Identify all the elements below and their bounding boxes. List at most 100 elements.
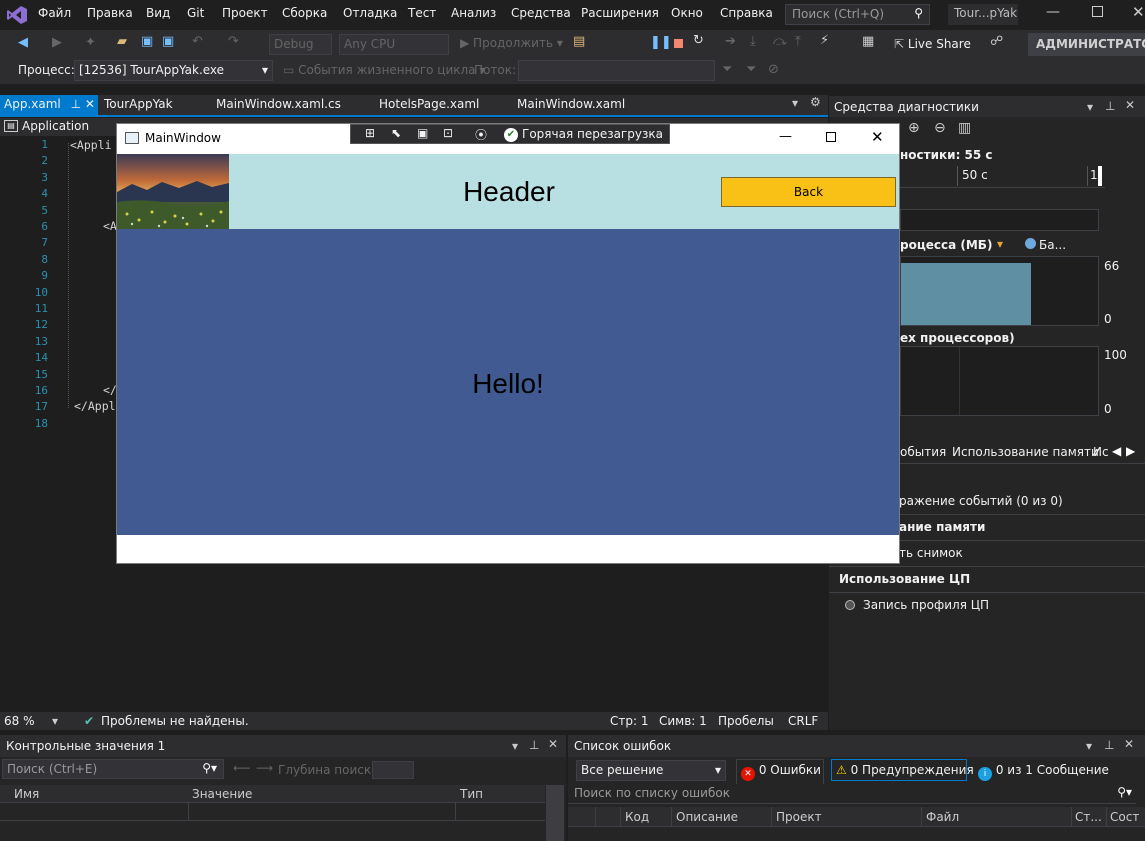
watch-scrollbar[interactable] [546, 785, 564, 841]
col-severity[interactable] [568, 807, 596, 827]
menu-build[interactable]: Сборка [282, 6, 327, 20]
platform-select[interactable]: Any CPU [339, 34, 449, 55]
menu-file[interactable]: Файл [38, 6, 71, 20]
new-project-icon[interactable]: ✦ [85, 35, 96, 50]
config-select[interactable]: Debug [269, 34, 332, 55]
menu-tools[interactable]: Средства [511, 6, 571, 20]
browse-icon[interactable]: ▤ [573, 34, 585, 49]
error-search-input[interactable]: Поиск по списку ошибок ⚲▾ [568, 784, 1136, 804]
panel-dropdown-icon[interactable]: ▾ [512, 739, 518, 753]
menu-view[interactable]: Вид [146, 6, 170, 20]
tab-mainwindow-xaml[interactable]: MainWindow.xaml [513, 95, 629, 115]
menu-project[interactable]: Проект [222, 6, 268, 20]
errors-filter-button[interactable]: ✕ 0 Ошибки [736, 759, 824, 785]
restart-icon[interactable]: ↻ [693, 33, 704, 48]
cpu-chart[interactable] [900, 346, 1099, 416]
feedback-icon[interactable]: ☍ [990, 34, 1003, 49]
no-problems-text[interactable]: Проблемы не найдены. [101, 714, 249, 728]
watch-search-input[interactable]: Поиск (Ctrl+E) ⚲▾ [2, 759, 224, 779]
tab-cpu-usage[interactable]: Ис [1093, 445, 1109, 459]
close-icon[interactable]: ✕ [1132, 3, 1145, 21]
tab-settings-gear-icon[interactable]: ⚙ [810, 95, 821, 109]
thread-select[interactable] [518, 60, 715, 81]
pin-icon[interactable]: ⊥ [1104, 738, 1114, 752]
col-state[interactable]: Сост [1110, 810, 1139, 824]
pin-icon[interactable]: ⊥ [1105, 99, 1115, 113]
panel-close-icon[interactable]: ✕ [1125, 98, 1135, 112]
col-value[interactable]: Значение [192, 787, 252, 801]
tab-hotelspage[interactable]: HotelsPage.xaml [375, 95, 483, 115]
menu-debug[interactable]: Отладка [343, 6, 397, 20]
menu-extensions[interactable]: Расширения [581, 6, 659, 20]
hot-reload-flame-icon[interactable]: ⚡ [820, 33, 829, 48]
record-cpu-profile[interactable]: Запись профиля ЦП [845, 598, 989, 612]
back-button[interactable]: Back [721, 177, 896, 207]
tab-scroll-left-icon[interactable]: ◀ [1112, 444, 1121, 458]
live-visual-tree-icon[interactable]: ⊞ [365, 126, 375, 140]
step-over-icon[interactable]: ⤼ [773, 34, 787, 49]
select-element-icon[interactable]: ⬉ [391, 126, 401, 140]
memory-chart[interactable] [900, 256, 1099, 326]
track-focus-icon[interactable]: ⊡ [443, 126, 453, 140]
line-ending[interactable]: CRLF [788, 714, 818, 728]
stop-icon[interactable] [674, 39, 683, 48]
zoom-in-icon[interactable]: ⊕ [908, 120, 920, 136]
menu-test[interactable]: Тест [408, 6, 436, 20]
filter-clear-icon[interactable]: ⏷ [746, 62, 756, 77]
lifecycle-events-button[interactable]: ▭ События жизненного цикла ▾ [283, 63, 485, 77]
step-into-icon[interactable]: ⤓ [750, 34, 756, 49]
process-select[interactable]: [12536] TourAppYak.exe ▾ [74, 60, 273, 81]
comment-icon[interactable]: ▦ [862, 34, 874, 49]
continue-button[interactable]: ▶ Продолжить ▾ [460, 36, 563, 50]
maximize-icon[interactable] [1092, 6, 1103, 17]
depth-select[interactable] [372, 761, 414, 779]
search-input[interactable]: Поиск (Ctrl+Q) ⚲ [785, 4, 930, 25]
zoom-level[interactable]: 68 % [4, 714, 35, 728]
watch-empty-row[interactable] [0, 803, 545, 821]
col-file[interactable]: Файл [926, 810, 959, 824]
reset-view-icon[interactable]: ▥ [958, 120, 971, 136]
collapse-toolbar-icon[interactable]: ‹ [656, 126, 661, 140]
app-minimize-icon[interactable]: — [779, 129, 792, 144]
live-share-button[interactable]: ⇱ Live Share [894, 37, 971, 51]
tab-mainwindow-cs[interactable]: MainWindow.xaml.cs [212, 95, 345, 115]
menu-git[interactable]: Git [187, 6, 204, 20]
col-type[interactable]: Тип [460, 787, 483, 801]
minimize-icon[interactable]: — [1046, 4, 1060, 20]
pause-icon[interactable]: ❚❚ [650, 35, 672, 50]
show-next-statement-icon[interactable]: ➔ [725, 34, 736, 49]
col-description[interactable]: Описание [676, 810, 738, 824]
tab-list-dropdown-icon[interactable]: ▾ [792, 96, 798, 110]
messages-filter-button[interactable]: i 0 из 1 Сообщение [973, 759, 1109, 785]
save-all-icon[interactable]: ▣ [162, 34, 174, 49]
tab-events[interactable]: обытия [900, 445, 946, 459]
panel-dropdown-icon[interactable]: ▾ [1087, 100, 1093, 114]
col-code[interactable]: Код [625, 810, 649, 824]
step-out-icon[interactable]: ⤒ [795, 34, 801, 49]
hot-reload-status[interactable]: Горячая перезагрузка [522, 127, 663, 141]
save-icon[interactable]: ▣ [141, 34, 153, 49]
zoom-out-icon[interactable]: ⊖ [934, 120, 946, 136]
menu-edit[interactable]: Правка [87, 6, 133, 20]
timeline-ruler[interactable]: 50 с 1: [900, 166, 1105, 188]
zoom-dropdown-icon[interactable]: ▾ [52, 714, 58, 728]
tab-app-xaml[interactable]: App.xaml ⊥ ✕ [0, 95, 98, 115]
back-nav-icon[interactable]: ◀ [18, 35, 28, 50]
app-close-icon[interactable]: ✕ [871, 128, 884, 146]
col-project[interactable]: Проект [776, 810, 822, 824]
whitespace-mode[interactable]: Пробелы [718, 714, 774, 728]
menu-window[interactable]: Окно [671, 6, 703, 20]
tab-scroll-right-icon[interactable]: ▶ [1126, 444, 1135, 458]
redo-icon[interactable]: ↷ [228, 34, 239, 49]
col-name[interactable]: Имя [14, 787, 39, 801]
undo-icon[interactable]: ↶ [192, 34, 203, 49]
app-maximize-icon[interactable] [826, 132, 836, 142]
tab-memory-usage[interactable]: Использование памяти [952, 445, 1099, 459]
menu-analyze[interactable]: Анализ [451, 6, 496, 20]
forward-nav-icon[interactable]: ▶ [52, 35, 62, 50]
binding-failures-icon[interactable]: ⦿ [475, 126, 487, 143]
col-line[interactable]: Ст... [1075, 810, 1102, 824]
warnings-filter-button[interactable]: ⚠ 0 Предупреждения [831, 759, 974, 781]
menu-help[interactable]: Справка [720, 6, 773, 20]
events-track[interactable] [900, 209, 1099, 231]
